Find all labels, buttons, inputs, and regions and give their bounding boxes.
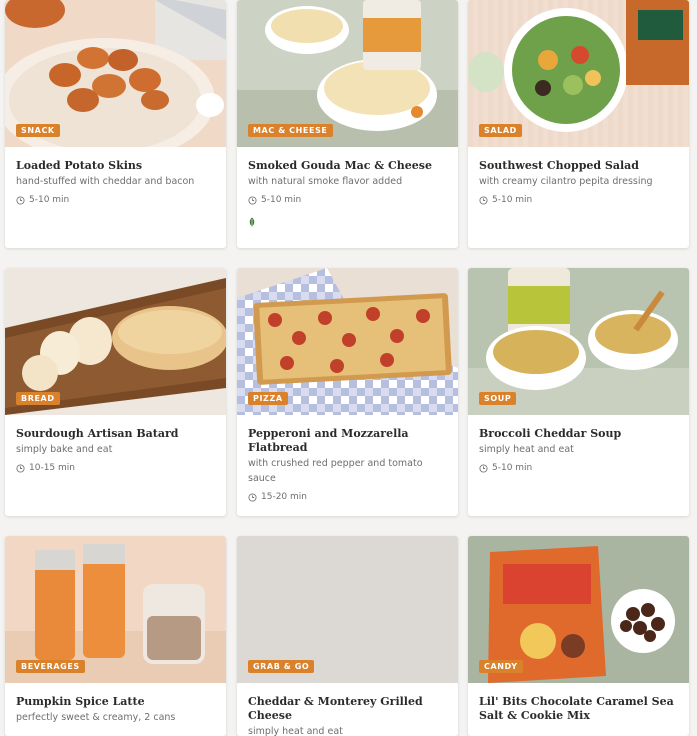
product-subtitle: simply heat and eat	[248, 726, 343, 736]
prep-time-label: 5-10 min	[261, 195, 302, 205]
prep-time: 15-20 min	[248, 492, 447, 502]
clock-icon	[479, 463, 488, 473]
prep-time-label: 5-10 min	[492, 463, 533, 473]
product-title[interactable]: Pumpkin Spice Latte	[16, 695, 215, 709]
product-grid: SNACK Loaded Potato Skins hand-stuffed w…	[0, 0, 697, 736]
prep-time-label: 5-10 min	[492, 195, 533, 205]
clock-icon	[16, 195, 25, 205]
clock-icon	[479, 195, 488, 205]
prep-time-label: 10-15 min	[29, 463, 75, 473]
product-image[interactable]: BREAD	[5, 268, 226, 415]
product-card[interactable]: SNACK Loaded Potato Skins hand-stuffed w…	[5, 0, 226, 248]
product-card[interactable]: PIZZA Pepperoni and Mozzarella Flatbread…	[237, 268, 458, 516]
prep-time: 5-10 min	[479, 463, 678, 473]
prep-time: 10-15 min	[16, 463, 215, 473]
product-image[interactable]: SALAD	[468, 0, 689, 147]
category-tag: SALAD	[479, 124, 522, 137]
prep-time: 5-10 min	[16, 195, 215, 205]
prep-time-label: 15-20 min	[261, 492, 307, 502]
product-image[interactable]: GRAB & GO	[237, 536, 458, 683]
product-card[interactable]: SALAD Southwest Chopped Salad with cream…	[468, 0, 689, 248]
product-title[interactable]: Loaded Potato Skins	[16, 159, 215, 173]
product-card[interactable]: BREAD Sourdough Artisan Batard simply ba…	[5, 268, 226, 516]
product-subtitle: with crushed red pepper and tomato sauce	[248, 458, 423, 484]
prep-time: 5-10 min	[479, 195, 678, 205]
product-card[interactable]: GRAB & GO Cheddar & Monterey Grilled Che…	[237, 536, 458, 736]
product-image[interactable]: SNACK	[5, 0, 226, 147]
product-title[interactable]: Southwest Chopped Salad	[479, 159, 678, 173]
product-card[interactable]: BEVERAGES Pumpkin Spice Latte perfectly …	[5, 536, 226, 736]
product-image[interactable]: CANDY	[468, 536, 689, 683]
product-title[interactable]: Sourdough Artisan Batard	[16, 427, 215, 441]
product-title[interactable]: Lil' Bits Chocolate Caramel Sea Salt & C…	[479, 695, 678, 723]
product-subtitle: with natural smoke flavor added	[248, 176, 403, 187]
product-subtitle: simply bake and eat	[16, 444, 113, 455]
product-title[interactable]: Smoked Gouda Mac & Cheese	[248, 159, 447, 173]
prep-time-label: 5-10 min	[29, 195, 70, 205]
category-tag: PIZZA	[248, 392, 288, 405]
prep-time: 5-10 min	[248, 195, 447, 205]
product-image[interactable]: SOUP	[468, 268, 689, 415]
category-tag: BEVERAGES	[16, 660, 85, 673]
product-subtitle: perfectly sweet & creamy, 2 cans	[16, 712, 176, 723]
leaf-icon	[249, 217, 255, 227]
product-subtitle: with creamy cilantro pepita dressing	[479, 176, 653, 187]
clock-icon	[16, 463, 25, 473]
product-image[interactable]: PIZZA	[237, 268, 458, 415]
product-image[interactable]: MAC & CHEESE	[237, 0, 458, 147]
product-title[interactable]: Pepperoni and Mozzarella Flatbread	[248, 427, 447, 455]
clock-icon	[248, 492, 257, 502]
product-title[interactable]: Cheddar & Monterey Grilled Cheese	[248, 695, 447, 723]
category-tag: GRAB & GO	[248, 660, 315, 673]
category-tag: BREAD	[16, 392, 60, 405]
category-tag: SOUP	[479, 392, 517, 405]
product-subtitle: hand-stuffed with cheddar and bacon	[16, 176, 195, 187]
clock-icon	[248, 195, 257, 205]
product-title[interactable]: Broccoli Cheddar Soup	[479, 427, 678, 441]
product-image[interactable]: BEVERAGES	[5, 536, 226, 683]
product-card[interactable]: SOUP Broccoli Cheddar Soup simply heat a…	[468, 268, 689, 516]
category-tag: CANDY	[479, 660, 523, 673]
product-card[interactable]: MAC & CHEESE Smoked Gouda Mac & Cheese w…	[237, 0, 458, 248]
product-subtitle: simply heat and eat	[479, 444, 574, 455]
category-tag: MAC & CHEESE	[248, 124, 333, 137]
category-tag: SNACK	[16, 124, 60, 137]
product-card[interactable]: CANDY Lil' Bits Chocolate Caramel Sea Sa…	[468, 536, 689, 736]
